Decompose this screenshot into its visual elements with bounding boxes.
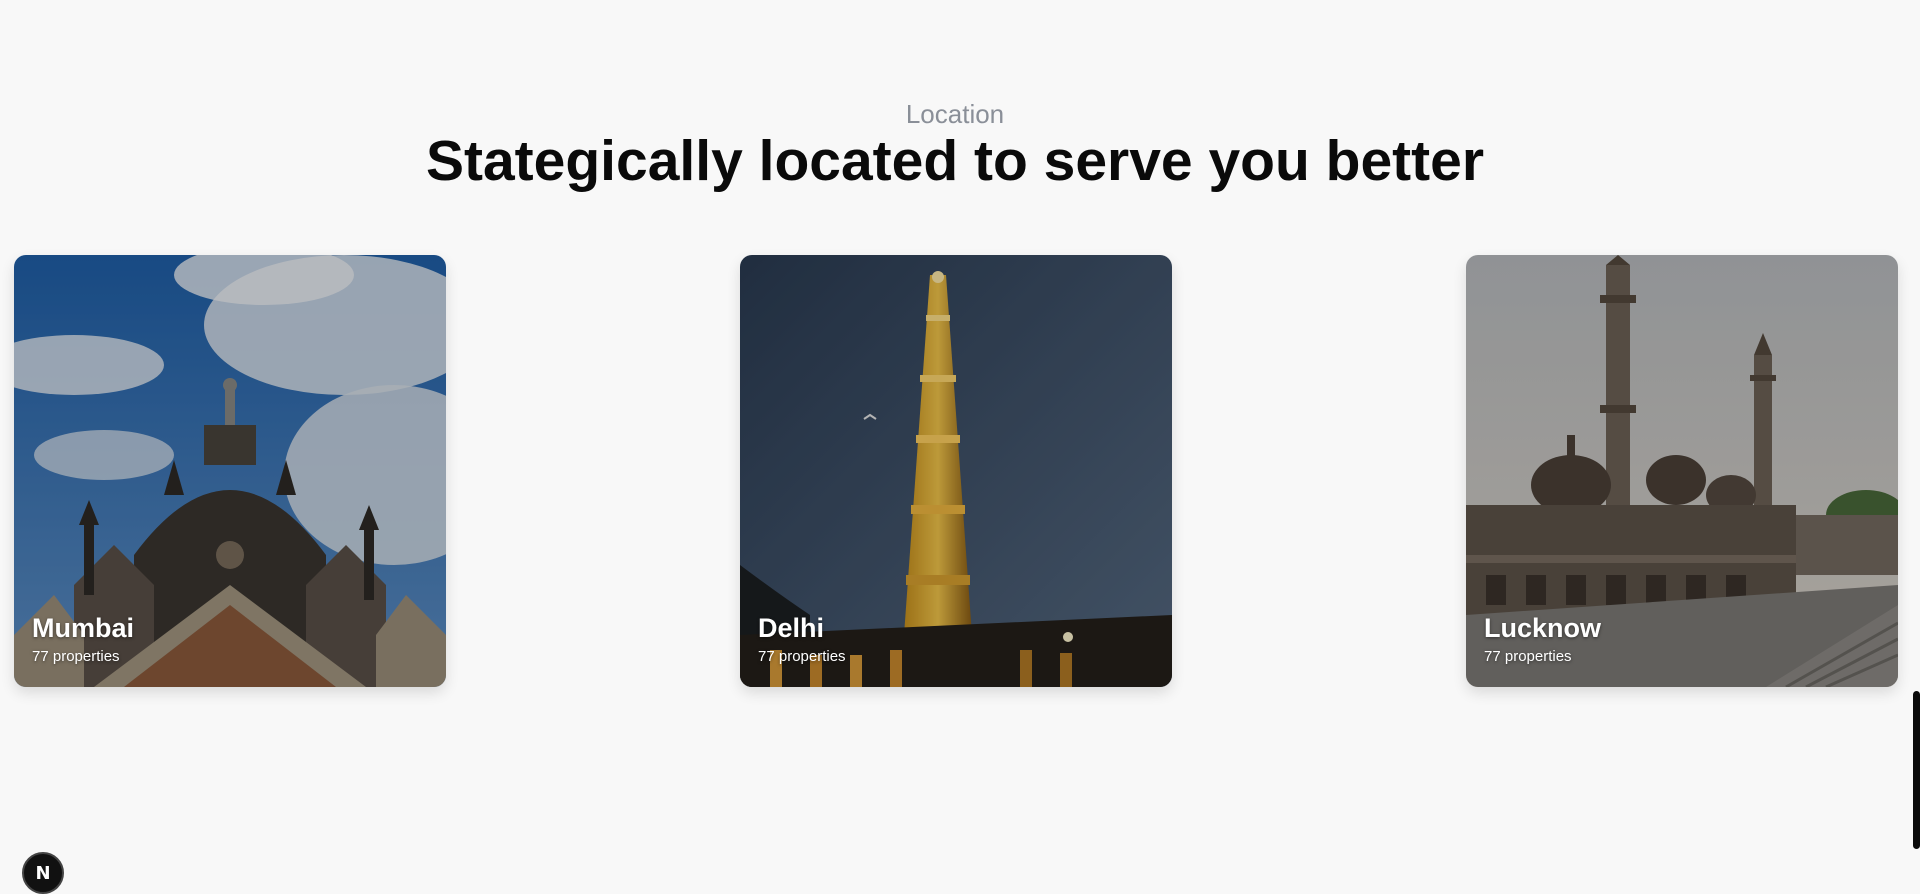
section-title: Stategically located to serve you better <box>425 129 1485 193</box>
location-property-count: 77 properties <box>1484 648 1572 665</box>
location-caption: Mumbai 77 properties <box>32 613 134 667</box>
location-caption: Delhi 77 properties <box>758 613 846 667</box>
location-card-delhi[interactable]: Delhi 77 properties <box>740 255 1172 687</box>
location-city: Mumbai <box>32 613 135 643</box>
location-caption: Lucknow 77 properties <box>1484 613 1601 667</box>
location-card-lucknow[interactable]: Lucknow 77 properties <box>1466 255 1898 687</box>
location-city: Lucknow <box>1484 613 1602 643</box>
location-property-count: 77 properties <box>32 648 120 665</box>
location-property-count: 77 properties <box>758 648 846 665</box>
location-city: Delhi <box>758 613 825 643</box>
location-card-mumbai[interactable]: Mumbai 77 properties <box>14 255 446 687</box>
scrollbar-thumb[interactable] <box>1913 691 1920 849</box>
section-eyebrow: Location <box>905 99 1005 129</box>
